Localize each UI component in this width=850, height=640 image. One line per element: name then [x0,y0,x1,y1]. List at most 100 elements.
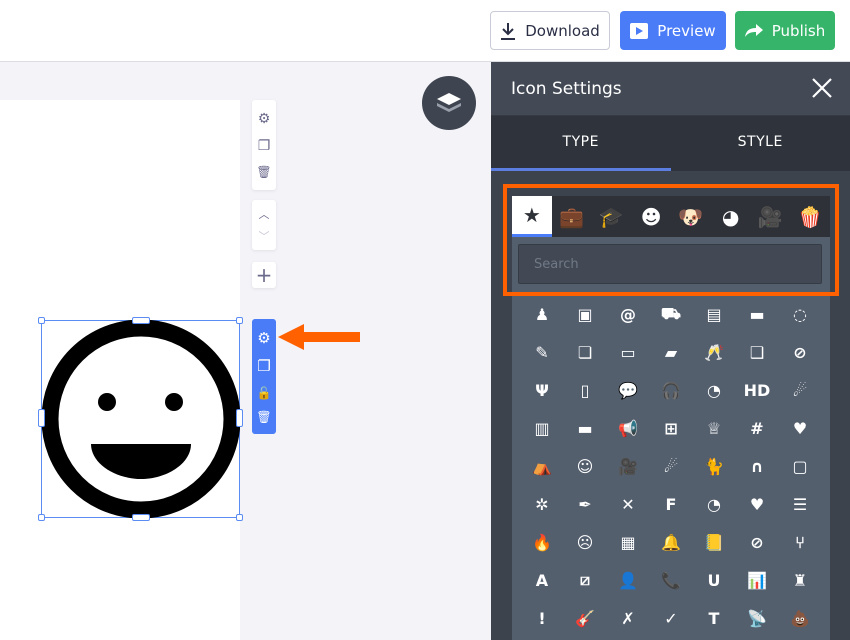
poop-icon[interactable]: 💩 [779,599,822,637]
megaphone-icon[interactable]: 📢 [607,409,650,447]
text-box-icon[interactable]: T [693,599,736,637]
trash-icon[interactable]: 🗑 [256,410,271,424]
magnet-icon[interactable]: U [693,561,736,599]
file-a-icon[interactable]: A [521,561,564,599]
theater-masks-icon[interactable]: ☺ [564,447,607,485]
hd-icon[interactable]: HD [736,371,779,409]
chats-icon[interactable]: ❑ [736,333,779,371]
meteor-shower-icon[interactable]: ☄ [779,371,822,409]
chevron-down-icon[interactable]: ﹀ [259,228,270,244]
download-button[interactable]: Download [490,11,610,50]
jar-icon[interactable]: ▤ [693,295,736,333]
compass-icon[interactable]: ⊘ [779,333,822,371]
smiley-icon [41,320,240,518]
page-toolbar: ⚙ ❐ 🗑 [252,100,276,190]
caravan-icon[interactable]: ⛟ [650,295,693,333]
guitar-icon[interactable]: 🎸 [564,599,607,637]
duplicate-page-icon[interactable]: ❐ [258,138,271,154]
page-settings-icon[interactable]: ⚙ [258,111,271,127]
trophy-figure-icon[interactable]: ♜ [779,561,822,599]
resize-handle[interactable] [132,317,150,324]
preview-label: Preview [657,21,716,40]
phone-outgoing-icon[interactable]: 📞 [650,561,693,599]
tab-style[interactable]: STYLE [671,116,850,171]
chevron-up-icon[interactable]: ︿ [259,206,270,222]
pacifier-icon[interactable]: ✲ [521,485,564,523]
video-add-icon[interactable]: ⊞ [650,409,693,447]
bar-chart-icon[interactable]: 📊 [736,561,779,599]
play-icon [630,22,649,39]
contact-book-icon[interactable]: 📒 [693,523,736,561]
resize-handle[interactable] [38,514,45,521]
satellite-dish-icon[interactable]: 📡 [736,599,779,637]
unlock-icon[interactable]: 🔓 [257,386,272,400]
calculator-icon[interactable]: ▦ [607,523,650,561]
add-button[interactable]: + [252,262,276,288]
devil-icon[interactable]: ☹ [564,523,607,561]
magnet-arch-icon[interactable]: ∩ [736,447,779,485]
hd-outline-icon[interactable]: ▢ [779,447,822,485]
cards-icon[interactable]: ❏ [564,333,607,371]
treasure-chest-icon[interactable]: ▣ [564,295,607,333]
meteor-icon[interactable]: ☄ [650,447,693,485]
slingshot-icon[interactable]: Ψ [521,371,564,409]
duplicate-icon[interactable]: ❐ [257,357,270,375]
preview-button[interactable]: Preview [620,11,726,50]
crib-icon[interactable]: ▥ [521,409,564,447]
resize-handle[interactable] [38,317,45,324]
tent-icon[interactable]: ⛺ [521,447,564,485]
broom-icon[interactable]: ✎ [521,333,564,371]
bell-ringing-icon[interactable]: 🔔 [650,523,693,561]
publish-button[interactable]: Publish [735,11,835,50]
snail-icon[interactable]: @ [607,295,650,333]
tab-type[interactable]: TYPE [491,116,671,171]
file-f-icon[interactable]: F [650,485,693,523]
cupid-arrow-icon[interactable]: ♥ [736,485,779,523]
trash-icon[interactable]: 🗑 [256,165,271,179]
armchair-icon[interactable]: ⑂ [779,523,822,561]
treasure-map-icon[interactable]: ✕ [607,485,650,523]
feather-icon[interactable]: ✒ [564,485,607,523]
stamp-icon[interactable]: ♟ [521,295,564,333]
alert-bubble-icon[interactable]: ! [521,599,564,637]
move-toolbar: ︿ ﹀ [252,200,276,250]
element-toolbar: ⚙ ❐ 🔓 🗑 [252,319,276,434]
domino-icon[interactable]: ▯ [564,371,607,409]
gold-bars-icon[interactable]: ▰ [650,333,693,371]
coin-stacks-icon[interactable]: ☰ [779,485,822,523]
pie-chart-icon[interactable]: ◔ [693,485,736,523]
layers-button[interactable] [422,76,476,130]
user-remove-icon[interactable]: ✗ [607,599,650,637]
cat-icon[interactable]: 🐈 [693,447,736,485]
crown-icon[interactable]: ♕ [693,409,736,447]
panel-tabs: TYPE STYLE [491,116,850,171]
smiley-icon-element[interactable] [38,317,243,521]
headphones-icon[interactable]: 🎧 [650,371,693,409]
share-arrow-icon [744,23,763,37]
gear-icon[interactable]: ⚙ [257,329,270,347]
resize-handle[interactable] [132,514,150,521]
chat-message-icon[interactable]: ▬ [736,295,779,333]
plus-icon: + [255,263,273,287]
resize-handle[interactable] [236,514,243,521]
video-off-icon[interactable]: ⊘ [736,523,779,561]
heart-card-icon[interactable]: ♥ [779,409,822,447]
speech-bubble-icon[interactable]: 💬 [607,371,650,409]
fire-icon[interactable]: 🔥 [521,523,564,561]
download-label: Download [525,21,600,40]
cookie-icon[interactable]: ◌ [779,295,822,333]
tic-tac-toe-icon[interactable]: # [736,409,779,447]
protractor-icon[interactable]: ◔ [693,371,736,409]
resize-handle[interactable] [236,317,243,324]
user-check-icon[interactable]: ✓ [650,599,693,637]
crop-off-icon[interactable]: ⧄ [564,561,607,599]
film-camera-icon[interactable]: 🎥 [607,447,650,485]
archive-icon[interactable]: ▭ [607,333,650,371]
wallet-icon[interactable]: ▬ [564,409,607,447]
champagne-icon[interactable]: 🥂 [693,333,736,371]
close-icon[interactable] [810,76,834,100]
resize-handle[interactable] [38,409,45,427]
user-icon[interactable]: 👤 [607,561,650,599]
panel-title: Icon Settings [511,78,622,99]
resize-handle[interactable] [236,409,243,427]
